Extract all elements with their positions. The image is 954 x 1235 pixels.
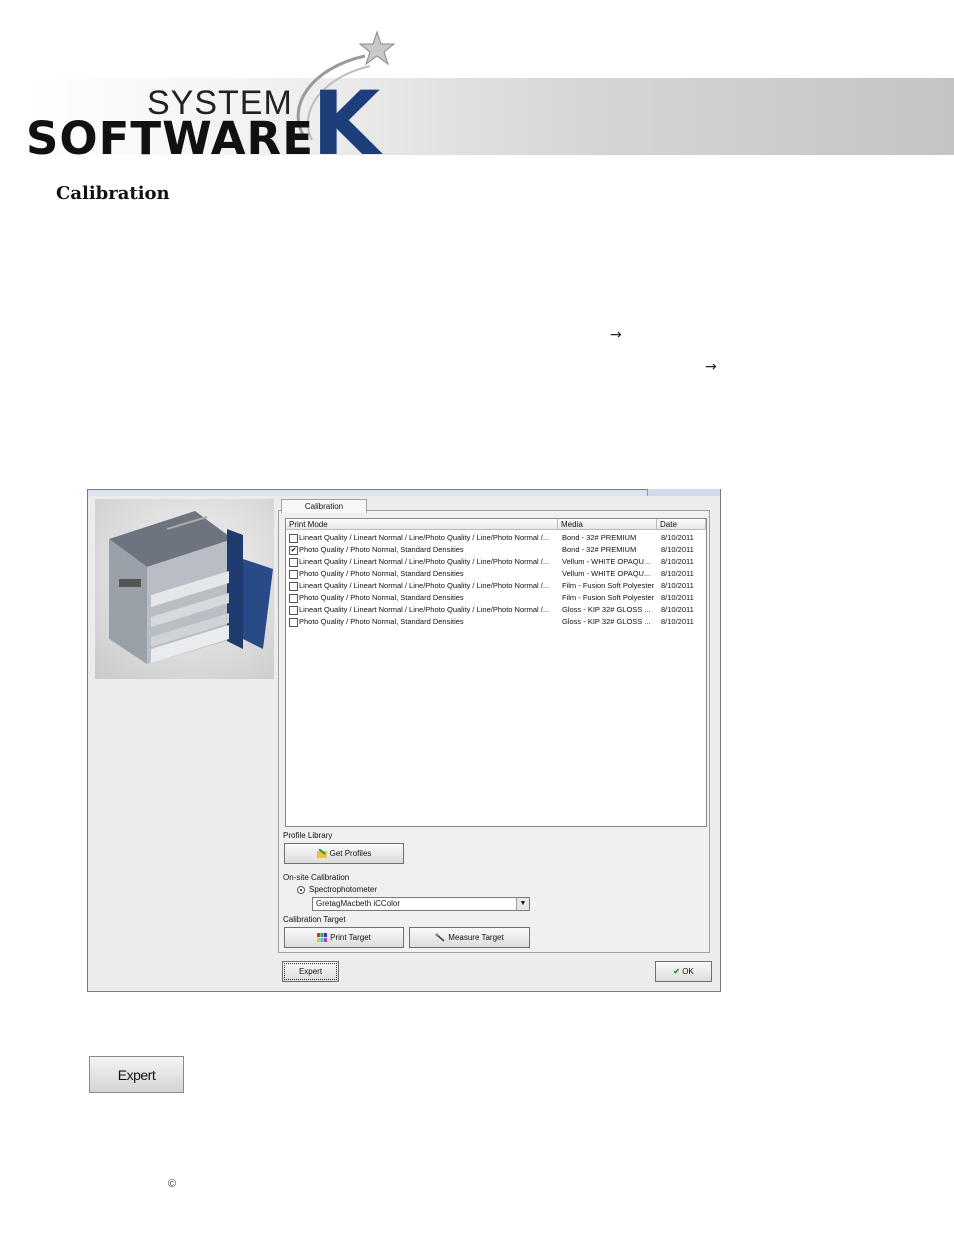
profile-library-label: Profile Library — [283, 831, 333, 840]
measure-wand-icon — [435, 933, 445, 942]
window-controls[interactable] — [647, 489, 720, 496]
spectrophotometer-label: Spectrophotometer — [309, 885, 378, 894]
column-header-date[interactable]: Date — [657, 519, 706, 530]
get-profiles-button[interactable]: Get Profiles — [284, 843, 404, 864]
print-mode-cell: Lineart Quality / Lineart Normal / Line/… — [299, 533, 550, 542]
chevron-down-icon[interactable]: ▼ — [516, 898, 529, 910]
measure-target-button[interactable]: Measure Target — [409, 927, 530, 948]
media-cell: Gloss - KIP 32# GLOSS ... — [562, 605, 651, 614]
arrow-glyph: → — [610, 327, 622, 343]
ok-button[interactable]: ✔ OK — [655, 961, 712, 982]
arrow-glyph: → — [705, 359, 717, 375]
media-cell: Vellum - WHITE OPAQU... — [562, 557, 651, 566]
color-grid-icon — [317, 933, 328, 943]
media-cell: Bond - 32# PREMIUM — [562, 533, 637, 542]
print-mode-cell: Photo Quality / Photo Normal, Standard D… — [299, 617, 464, 626]
row-checkbox[interactable] — [289, 534, 298, 543]
expert-button-standalone[interactable]: Expert — [89, 1056, 184, 1093]
print-mode-cell: Photo Quality / Photo Normal, Standard D… — [299, 569, 464, 578]
get-profiles-label: Get Profiles — [329, 849, 372, 858]
printer-illustration — [109, 511, 273, 664]
date-cell: 8/10/2011 — [661, 557, 694, 566]
tab-calibration[interactable]: Calibration — [281, 499, 367, 513]
media-cell: Film - Fusion Soft Polyester — [562, 593, 655, 602]
profiles-table: Print Mode Media Date Lineart Quality / … — [285, 518, 707, 827]
table-row[interactable]: Photo Quality / Photo Normal, Standard D… — [286, 592, 706, 604]
print-mode-cell: Lineart Quality / Lineart Normal / Line/… — [299, 557, 550, 566]
table-row[interactable]: Lineart Quality / Lineart Normal / Line/… — [286, 580, 706, 592]
print-mode-cell: Photo Quality / Photo Normal, Standard D… — [299, 593, 464, 602]
row-checkbox[interactable]: ✔ — [289, 546, 298, 555]
print-target-button[interactable]: Print Target — [284, 927, 404, 948]
device-select-value: GretagMacbeth iCColor — [316, 899, 401, 908]
ok-label: OK — [682, 967, 694, 976]
checkmark-icon: ✔ — [673, 967, 680, 976]
calibration-dialog: Calibration Print Mode Media Date Linear… — [87, 489, 721, 992]
row-checkbox[interactable] — [289, 606, 298, 615]
media-cell: Film - Fusion Soft Polyester — [562, 581, 655, 590]
table-row[interactable]: ✔ Photo Quality / Photo Normal, Standard … — [286, 544, 706, 556]
copyright-symbol: © — [168, 1178, 177, 1190]
table-row[interactable]: Photo Quality / Photo Normal, Standard D… — [286, 568, 706, 580]
onsite-calibration-label: On-site Calibration — [283, 873, 350, 882]
date-cell: 8/10/2011 — [661, 593, 694, 602]
column-header-media[interactable]: Media — [558, 519, 657, 530]
date-cell: 8/10/2011 — [661, 581, 694, 590]
table-row[interactable]: Lineart Quality / Lineart Normal / Line/… — [286, 532, 706, 544]
row-checkbox[interactable] — [289, 582, 298, 591]
expert-button[interactable]: Expert — [282, 961, 339, 982]
logo-software-text: SOFTWARE — [26, 112, 314, 165]
measure-target-label: Measure Target — [448, 933, 504, 942]
table-row[interactable]: Lineart Quality / Lineart Normal / Line/… — [286, 604, 706, 616]
calibration-target-label: Calibration Target — [283, 915, 346, 924]
page-title: Calibration — [56, 183, 170, 204]
window-titlebar — [88, 490, 720, 496]
device-select[interactable]: GretagMacbeth iCColor ▼ — [312, 897, 530, 911]
row-checkbox[interactable] — [289, 594, 298, 603]
date-cell: 8/10/2011 — [661, 605, 694, 614]
date-cell: 8/10/2011 — [661, 617, 694, 626]
media-cell: Vellum - WHITE OPAQU... — [562, 569, 651, 578]
media-cell: Gloss - KIP 32# GLOSS ... — [562, 617, 651, 626]
media-cell: Bond - 32# PREMIUM — [562, 545, 637, 554]
row-checkbox[interactable] — [289, 570, 298, 579]
date-cell: 8/10/2011 — [661, 533, 694, 542]
row-checkbox[interactable] — [289, 558, 298, 567]
spectrophotometer-radio[interactable] — [297, 886, 305, 894]
print-mode-cell: Photo Quality / Photo Normal, Standard D… — [299, 545, 464, 554]
print-mode-cell: Lineart Quality / Lineart Normal / Line/… — [299, 581, 550, 590]
date-cell: 8/10/2011 — [661, 569, 694, 578]
printer-image — [95, 499, 274, 679]
date-cell: 8/10/2011 — [661, 545, 694, 554]
get-profiles-icon — [316, 849, 327, 859]
print-target-label: Print Target — [330, 933, 371, 942]
print-mode-cell: Lineart Quality / Lineart Normal / Line/… — [299, 605, 550, 614]
logo-k-letter: K — [312, 72, 381, 175]
table-row[interactable]: Lineart Quality / Lineart Normal / Line/… — [286, 556, 706, 568]
table-row[interactable]: Photo Quality / Photo Normal, Standard D… — [286, 616, 706, 628]
column-header-print-mode[interactable]: Print Mode — [286, 519, 558, 530]
row-checkbox[interactable] — [289, 618, 298, 627]
